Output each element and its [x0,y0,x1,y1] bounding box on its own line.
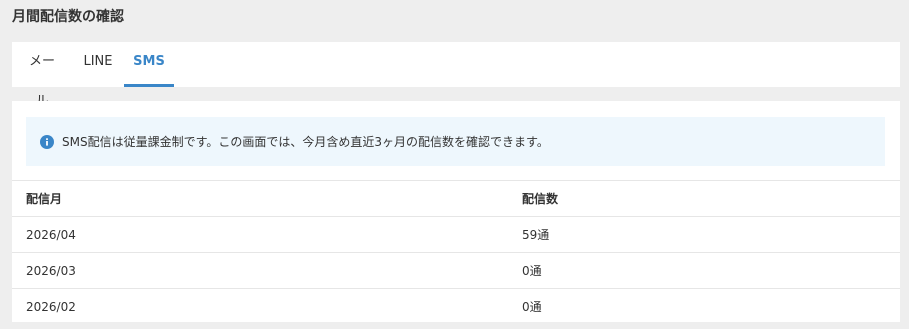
page-title: 月間配信数の確認 [12,9,124,25]
cell-month: 2026/02 [12,288,522,325]
tab-bar: メール LINE SMS [12,42,900,109]
header-month: 配信月 [12,180,522,217]
table-row: 2026/03 0通 [12,252,900,289]
tab-sms[interactable]: SMS [124,42,174,87]
info-notice: SMS配信は従量課金制です。この画面では、今月含め直近3ヶ月の配信数を確認できま… [26,117,885,166]
cell-count: 59通 [522,216,900,253]
table-header-row: 配信月 配信数 [12,180,900,217]
header-count: 配信数 [522,180,900,217]
cell-month: 2026/04 [12,216,522,253]
cell-month: 2026/03 [12,252,522,289]
tab-mail[interactable]: メール [23,42,61,109]
tab-line[interactable]: LINE [81,42,115,87]
info-circle-icon [40,134,54,149]
table-row: 2026/04 59通 [12,216,900,253]
notice-text: SMS配信は従量課金制です。この画面では、今月含め直近3ヶ月の配信数を確認できま… [62,135,549,149]
table-row: 2026/02 0通 [12,288,900,325]
cell-count: 0通 [522,252,900,289]
cell-count: 0通 [522,288,900,325]
delivery-count-table: 配信月 配信数 2026/04 59通 2026/03 0通 2026/02 0… [12,180,900,325]
sms-usage-panel: SMS配信は従量課金制です。この画面では、今月含め直近3ヶ月の配信数を確認できま… [12,101,900,325]
